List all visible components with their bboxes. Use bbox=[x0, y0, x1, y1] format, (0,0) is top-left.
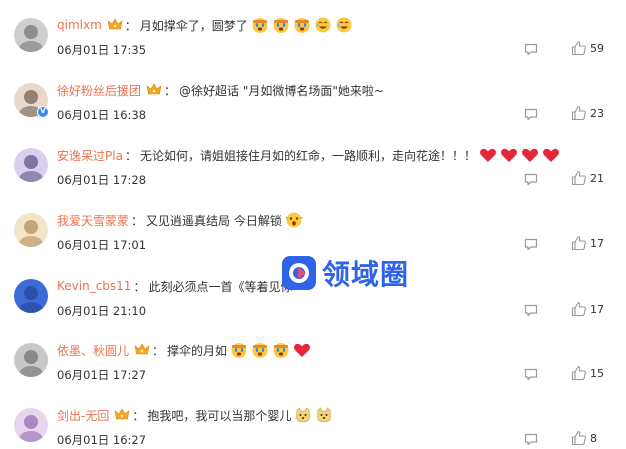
comment-line: 安逸呆过Pla：无论如何，请姐姐接住月如的红命，一路顺利，走向花途！！！ bbox=[57, 145, 560, 165]
username-link[interactable]: 我爱天雪蒙蒙 bbox=[57, 212, 129, 229]
heart-emoji-icon bbox=[497, 146, 518, 164]
avatar[interactable] bbox=[14, 408, 48, 442]
username-link[interactable]: 徐好粉丝后援团 bbox=[57, 82, 141, 99]
username-link[interactable]: 依墨、秋圆儿 bbox=[57, 342, 129, 359]
colon-separator: ： bbox=[132, 408, 145, 423]
heart-emoji-icon bbox=[290, 341, 311, 359]
comment-line: Kevin_cbs11：此刻必须点一首《等着见你 bbox=[57, 276, 292, 296]
comment-time: 06月01日 21:10 bbox=[57, 304, 147, 318]
comment-item: 依墨、秋圆儿 ：撑伞的月如 06月01日 17:27 15 bbox=[0, 330, 626, 394]
username-link[interactable]: qimlxm bbox=[57, 18, 102, 32]
avatar[interactable] bbox=[14, 343, 48, 377]
cry-emoji-icon bbox=[269, 341, 290, 359]
cry-emoji-icon bbox=[269, 16, 290, 34]
comment-item: 安逸呆过Pla：无论如何，请姐姐接住月如的红命，一路顺利，走向花途！！！ 06月0… bbox=[0, 135, 626, 199]
username-link[interactable]: 安逸呆过Pla bbox=[57, 147, 123, 164]
comment-text: 无论如何，请姐姐接住月如的红命，一路顺利，走向花途！！！ bbox=[139, 148, 476, 163]
comment-text: 撑伞的月如 bbox=[167, 343, 228, 358]
laugh-emoji-icon bbox=[332, 16, 353, 34]
colon-separator: ： bbox=[133, 279, 146, 294]
comment-line: 剑出-无回 ：抱我吧，我可以当那个婴儿 bbox=[57, 405, 333, 425]
heart-emoji-icon bbox=[476, 146, 497, 164]
cry-emoji-icon bbox=[248, 341, 269, 359]
comment-time: 06月01日 16:38 bbox=[57, 108, 147, 122]
vip-crown-icon bbox=[109, 407, 130, 424]
vip-crown-icon bbox=[141, 82, 162, 99]
comment-line: qimlxm ：月如撑伞了，圆梦了 bbox=[57, 15, 353, 35]
colon-separator: ： bbox=[164, 83, 177, 98]
shock-emoji-icon bbox=[282, 211, 303, 229]
comment-item: 剑出-无回 ：抱我吧，我可以当那个婴儿 06月01日 16:27 8 bbox=[0, 395, 626, 449]
comment-text: 抱我吧，我可以当那个婴儿 bbox=[147, 408, 292, 423]
colon-separator: ： bbox=[131, 213, 144, 228]
vip-crown-icon bbox=[129, 342, 150, 359]
watermark-text: 领域圈 bbox=[322, 258, 410, 291]
like-count: 23 bbox=[590, 107, 604, 120]
colon-separator: ： bbox=[124, 18, 137, 33]
like-count: 15 bbox=[590, 367, 604, 380]
avatar[interactable] bbox=[14, 279, 48, 313]
comment-line: 徐好粉丝后援团 ： @徐好超话 "月如微博名场面"她来啦~ bbox=[57, 80, 384, 100]
comment-text: 此刻必须点一首《等着见你 bbox=[148, 279, 293, 294]
laugh-emoji-icon bbox=[311, 16, 332, 34]
like-count: 17 bbox=[590, 237, 604, 250]
verified-badge-icon: V bbox=[37, 106, 49, 118]
watermark: 领域圈 bbox=[282, 253, 462, 293]
comment-time: 06月01日 17:01 bbox=[57, 238, 147, 252]
like-count: 59 bbox=[590, 42, 604, 55]
dog-emoji-icon bbox=[291, 406, 312, 424]
avatar[interactable] bbox=[14, 18, 48, 52]
heart-emoji-icon bbox=[518, 146, 539, 164]
cry-emoji-icon bbox=[227, 341, 248, 359]
colon-separator: ： bbox=[124, 148, 137, 163]
comment-item: V 徐好粉丝后援团 ： @徐好超话 "月如微博名场面"她来啦~ 06月01日 16:38… bbox=[0, 70, 626, 134]
username-link[interactable]: 剑出-无回 bbox=[57, 407, 109, 424]
comment-time: 06月01日 17:27 bbox=[57, 368, 147, 382]
colon-separator: ： bbox=[152, 343, 165, 358]
comment-line: 我爱天雪蒙蒙：又见逍遥真结局 今日解锁 bbox=[57, 210, 303, 230]
heart-emoji-icon bbox=[539, 146, 560, 164]
comment-list: qimlxm：月如撑伞了，圆梦了 06月01日 17:35 59 V 徐好粉丝后援团： @… bbox=[0, 0, 626, 449]
comment-line: 依墨、秋圆儿 ：撑伞的月如 bbox=[57, 340, 311, 360]
comment-time: 06月01日 16:27 bbox=[57, 433, 147, 447]
username-link[interactable]: Kevin_cbs11 bbox=[57, 279, 131, 293]
comment-text: 又见逍遥真结局 今日解锁 bbox=[146, 213, 282, 228]
comment-text: @徐好超话 "月如微博名场面"她来啦~ bbox=[179, 83, 384, 98]
like-count: 8 bbox=[590, 432, 597, 445]
dog-emoji-icon bbox=[312, 406, 333, 424]
cry-emoji-icon bbox=[290, 16, 311, 34]
like-count: 17 bbox=[590, 303, 604, 316]
vip-crown-icon bbox=[102, 17, 123, 34]
comment-text: 月如撑伞了，圆梦了 bbox=[139, 18, 248, 33]
cry-emoji-icon bbox=[248, 16, 269, 34]
avatar[interactable] bbox=[14, 148, 48, 182]
avatar[interactable] bbox=[14, 213, 48, 247]
watermark-logo-icon bbox=[282, 256, 316, 290]
like-count: 21 bbox=[590, 172, 604, 185]
comment-item: qimlxm ：月如撑伞了，圆梦了 06月01日 17:35 59 bbox=[0, 5, 626, 69]
comment-time: 06月01日 17:35 bbox=[57, 43, 147, 57]
comment-time: 06月01日 17:28 bbox=[57, 173, 147, 187]
